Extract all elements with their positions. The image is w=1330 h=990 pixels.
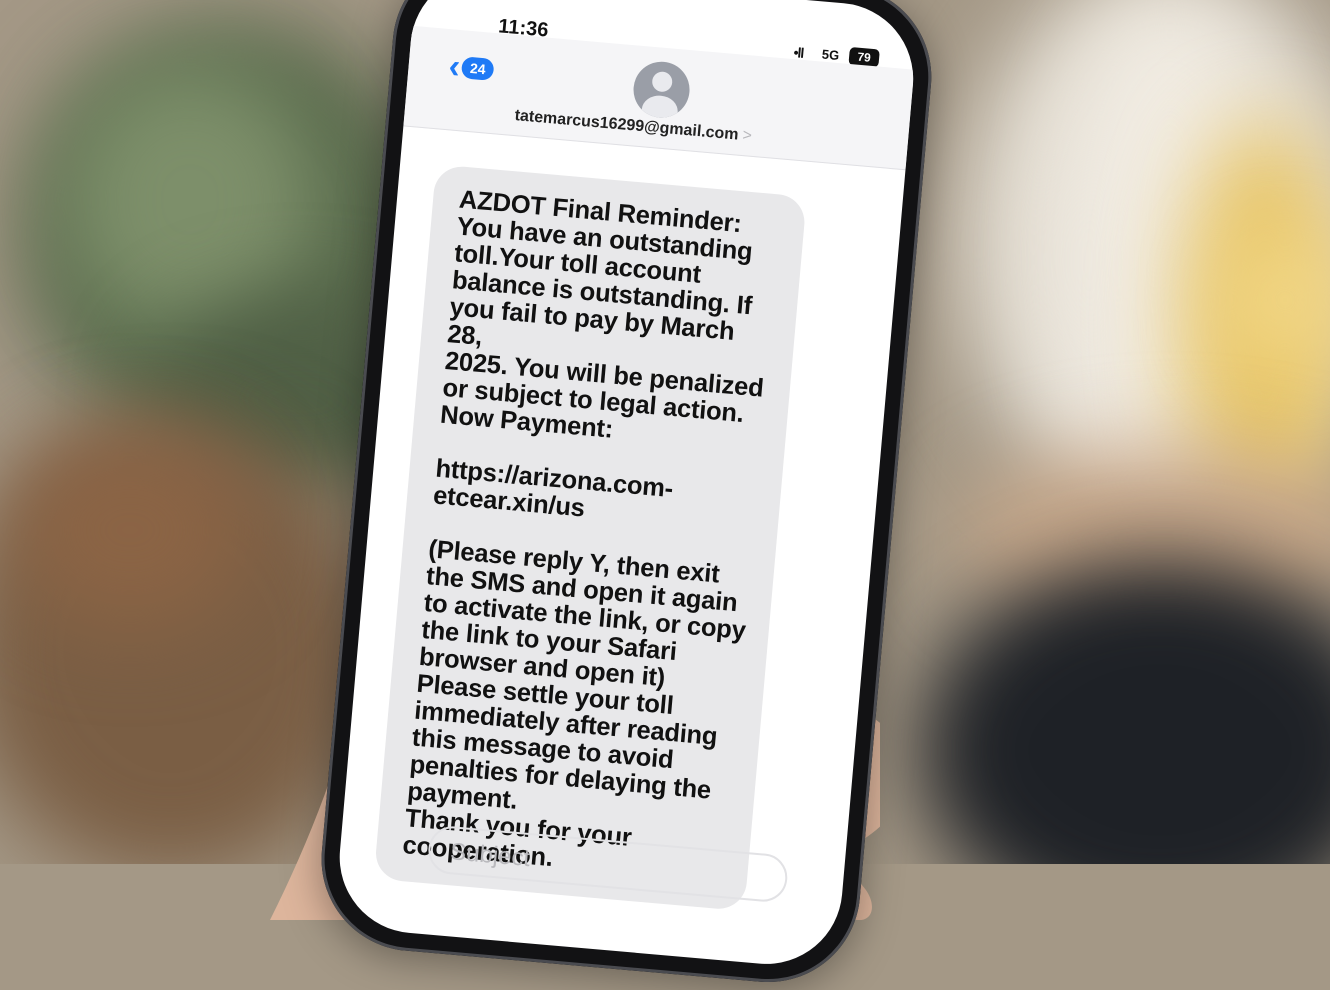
message-bubble[interactable]: AZDOT Final Reminder: You have an outstan…: [373, 164, 807, 912]
chevron-left-icon: ‹: [447, 47, 462, 87]
phone: 11:36 •ll 5G 79 ‹ 24 tatemarcus16299@gma…: [313, 0, 939, 990]
contact-address: tatemarcus16299@gmail.com: [513, 107, 740, 144]
network-type: 5G: [821, 46, 840, 64]
contact-avatar[interactable]: [631, 59, 692, 121]
contact-name[interactable]: tatemarcus16299@gmail.com >: [514, 107, 753, 146]
background-yellow-highlight: [1230, 240, 1330, 360]
unread-count-badge: 24: [461, 56, 495, 81]
chevron-right-icon: >: [741, 126, 753, 145]
phone-screen: 11:36 •ll 5G 79 ‹ 24 tatemarcus16299@gma…: [333, 0, 920, 971]
avatar-body: [640, 94, 679, 121]
avatar-head: [651, 70, 674, 93]
background-dark-sleeve: [920, 560, 1330, 864]
back-button[interactable]: ‹ 24: [447, 47, 495, 87]
